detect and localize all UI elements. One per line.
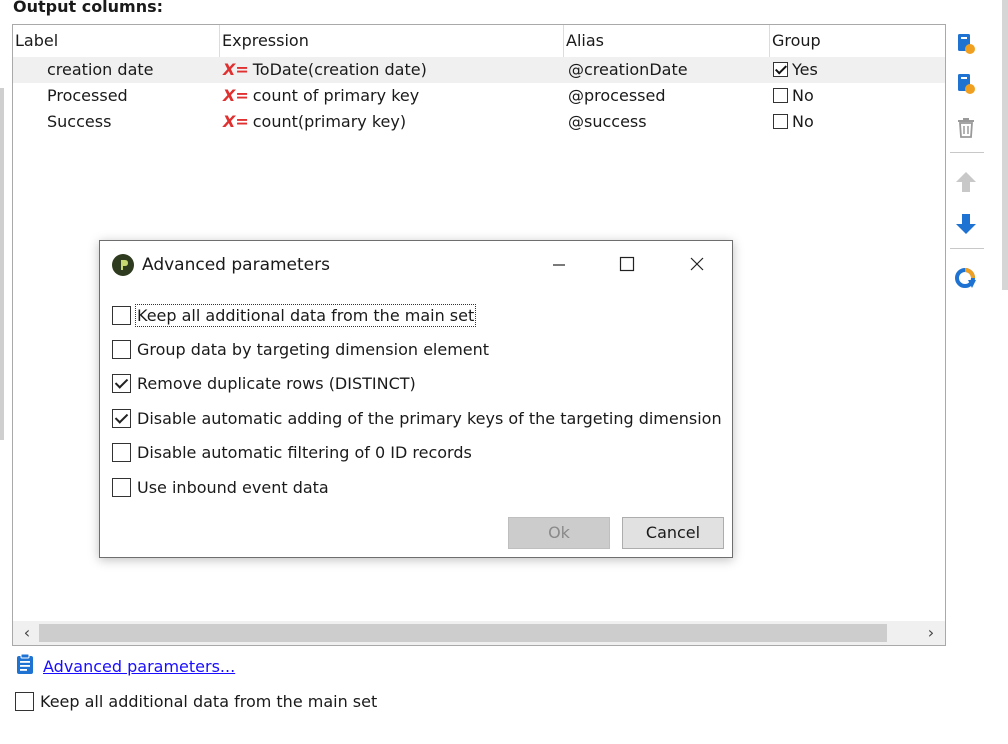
left-panel-edge	[0, 88, 4, 440]
row-alias: @processed	[568, 86, 666, 105]
column-header-expression[interactable]: Expression	[219, 25, 563, 57]
group-value: No	[792, 86, 814, 105]
ok-button[interactable]: Ok	[508, 517, 610, 549]
minimize-icon[interactable]	[536, 247, 582, 281]
row-alias: @creationDate	[568, 60, 688, 79]
edit-column-icon[interactable]	[952, 70, 980, 98]
table-row[interactable]: creation date X= ToDate(creation date) @c…	[13, 57, 945, 83]
scrollbar-thumb[interactable]	[39, 624, 887, 642]
delete-icon[interactable]	[952, 114, 980, 142]
column-header-group[interactable]: Group	[769, 25, 945, 57]
group-checkbox[interactable]	[773, 62, 788, 77]
option-checkbox[interactable]	[112, 373, 131, 393]
toolbar-separator	[950, 152, 984, 153]
keep-data-option[interactable]: Keep all additional data from the main s…	[15, 690, 377, 712]
option-label: Group data by targeting dimension elemen…	[137, 339, 490, 359]
expression-icon: X=	[223, 86, 249, 105]
advanced-parameters-dialog: Advanced parameters Keep all additional …	[99, 240, 733, 558]
group-checkbox[interactable]	[773, 114, 788, 129]
keep-data-label: Keep all additional data from the main s…	[40, 691, 378, 711]
advanced-parameters-row: Advanced parameters...	[15, 653, 235, 679]
distribution-icon[interactable]	[952, 264, 980, 292]
option-inbound-event-data[interactable]: Use inbound event data	[112, 475, 329, 499]
row-group[interactable]: No	[773, 109, 814, 135]
option-checkbox[interactable]	[112, 477, 131, 497]
advanced-parameters-link[interactable]: Advanced parameters...	[43, 657, 235, 676]
row-expression: X= count of primary key	[223, 83, 419, 109]
section-title: Output columns:	[13, 0, 164, 16]
option-label: Use inbound event data	[137, 477, 329, 497]
column-header-alias[interactable]: Alias	[563, 25, 769, 57]
group-checkbox[interactable]	[773, 88, 788, 103]
window-vertical-scrollbar[interactable]	[1002, 0, 1008, 290]
row-label: Success	[47, 112, 112, 131]
option-keep-additional-data[interactable]: Keep all additional data from the main s…	[112, 303, 477, 327]
add-column-icon[interactable]	[952, 30, 980, 58]
column-header-label[interactable]: Label	[13, 25, 219, 57]
option-label: Disable automatic adding of the primary …	[137, 408, 722, 428]
table-row[interactable]: Success X= count(primary key) @success No	[13, 109, 945, 135]
scroll-right-icon[interactable]: ›	[919, 621, 943, 645]
option-label: Keep all additional data from the main s…	[134, 303, 477, 327]
row-expression: X= ToDate(creation date)	[223, 57, 427, 83]
row-expression: X= count(primary key)	[223, 109, 406, 135]
option-disable-zero-id-filter[interactable]: Disable automatic filtering of 0 ID reco…	[112, 440, 472, 464]
move-down-icon[interactable]	[952, 210, 980, 238]
group-value: Yes	[792, 60, 818, 79]
group-value: No	[792, 112, 814, 131]
keep-data-checkbox[interactable]	[15, 691, 34, 711]
horizontal-scrollbar[interactable]: ‹ ›	[13, 621, 945, 645]
option-checkbox[interactable]	[112, 442, 131, 462]
maximize-icon[interactable]	[604, 247, 650, 281]
option-checkbox[interactable]	[112, 305, 131, 325]
expression-icon: X=	[223, 60, 249, 79]
row-expression-text: count(primary key)	[252, 112, 407, 131]
row-expression-text: ToDate(creation date)	[252, 60, 427, 79]
table-row[interactable]: Processed X= count of primary key @proces…	[13, 83, 945, 109]
grid-header: Label Expression Alias Group	[13, 25, 945, 57]
toolbar-separator	[950, 248, 984, 249]
option-label: Disable automatic filtering of 0 ID reco…	[137, 442, 472, 462]
scroll-left-icon[interactable]: ‹	[15, 621, 39, 645]
app-logo-icon	[112, 254, 134, 276]
option-checkbox[interactable]	[112, 339, 131, 359]
option-remove-duplicates[interactable]: Remove duplicate rows (DISTINCT)	[112, 371, 416, 395]
option-label: Remove duplicate rows (DISTINCT)	[137, 373, 416, 393]
expression-icon: X=	[223, 112, 249, 131]
option-disable-primary-keys[interactable]: Disable automatic adding of the primary …	[112, 406, 722, 430]
move-up-icon[interactable]	[952, 168, 980, 196]
cancel-button[interactable]: Cancel	[622, 517, 724, 549]
option-checkbox[interactable]	[112, 408, 131, 428]
row-expression-text: count of primary key	[252, 86, 420, 105]
dialog-title: Advanced parameters	[142, 255, 330, 275]
option-group-by-dimension[interactable]: Group data by targeting dimension elemen…	[112, 337, 489, 361]
row-label: Processed	[47, 86, 128, 105]
clipboard-icon	[15, 653, 35, 679]
row-label: creation date	[47, 60, 154, 79]
row-alias: @success	[568, 112, 647, 131]
row-group[interactable]: No	[773, 83, 814, 109]
row-group[interactable]: Yes	[773, 57, 818, 83]
dialog-title-bar[interactable]: Advanced parameters	[100, 241, 732, 289]
close-icon[interactable]	[674, 247, 720, 281]
